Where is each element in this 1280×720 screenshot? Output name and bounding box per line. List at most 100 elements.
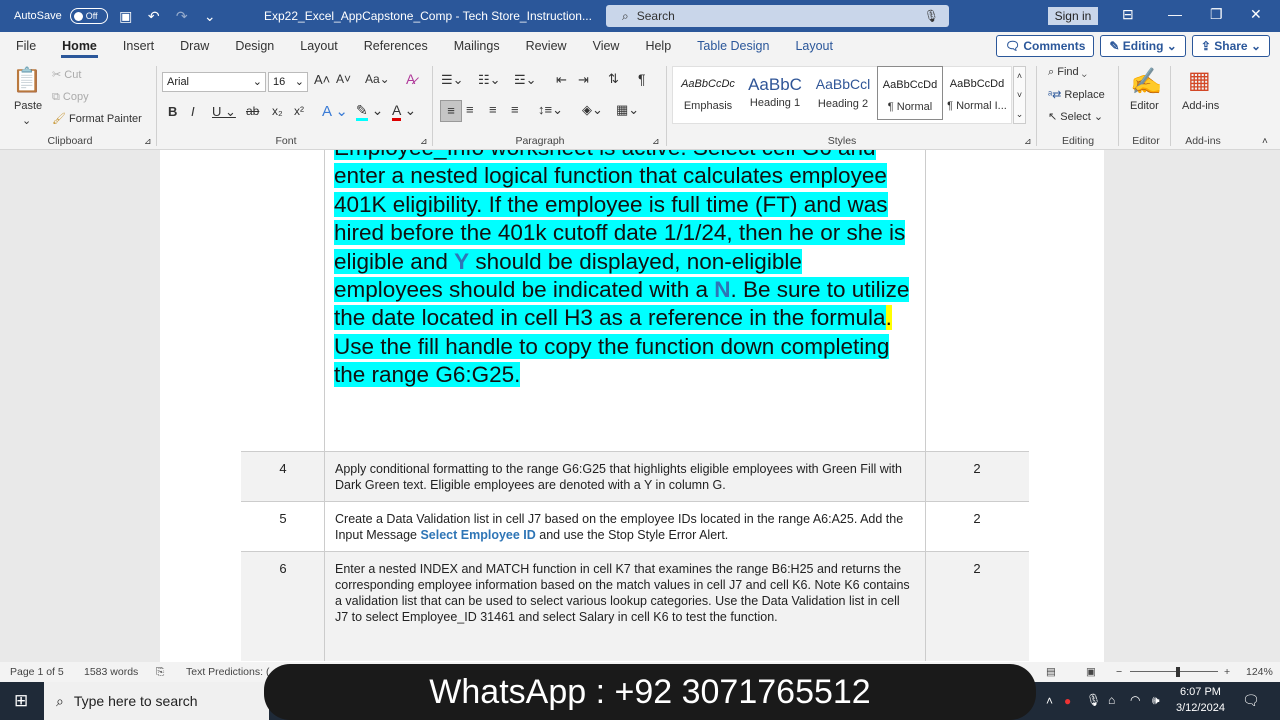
change-case-icon[interactable]: Aa⌄ — [365, 72, 390, 86]
save-icon[interactable]: ▣ — [116, 8, 136, 25]
style-heading-1[interactable]: AaBbC Heading 1 — [741, 66, 809, 120]
table-row[interactable]: 5 Create a Data Validation list in cell … — [241, 501, 1029, 551]
highlight-color-icon[interactable]: ✎ ⌄ — [356, 102, 383, 121]
wifi-icon[interactable]: ◠ — [1130, 693, 1140, 707]
customize-toolbar-icon[interactable]: ⌄ — [200, 8, 220, 25]
text-effects-icon[interactable]: A ⌄ — [322, 102, 348, 120]
taskbar-search-input[interactable]: ⌕ Type here to search — [44, 682, 269, 720]
italic-icon[interactable]: I — [191, 104, 195, 119]
cut-button[interactable]: ✂ Cut — [52, 68, 81, 81]
font-launcher-icon[interactable]: ⊿ — [420, 136, 428, 147]
print-layout-icon[interactable]: ▣ — [1086, 666, 1096, 678]
clock-time[interactable]: 6:07 PM — [1180, 686, 1221, 698]
recording-icon[interactable]: ● — [1064, 694, 1071, 708]
tab-mailings[interactable]: Mailings — [441, 32, 513, 60]
align-left-icon[interactable]: ≡ — [440, 100, 462, 122]
text-predictions[interactable]: Text Predictions: ( — [186, 666, 269, 678]
grow-font-icon[interactable]: A˄ — [314, 72, 330, 87]
styles-scroll-icon[interactable]: ˄ ˅ ⌄ — [1013, 66, 1026, 124]
styles-launcher-icon[interactable]: ⊿ — [1024, 136, 1032, 147]
font-color-icon[interactable]: A ⌄ — [392, 102, 416, 121]
style-normal-indent[interactable]: AaBbCcDd ¶ Normal I... — [944, 66, 1010, 120]
strikethrough-icon[interactable]: ab — [246, 104, 259, 118]
tab-home[interactable]: Home — [49, 32, 110, 60]
step-3-instructions[interactable]: Employee_Info worksheet is active. Selec… — [334, 150, 914, 390]
align-right-icon[interactable]: ≡ — [489, 102, 497, 117]
superscript-icon[interactable]: x² — [294, 104, 304, 118]
copy-button[interactable]: ⧉ Copy — [52, 91, 89, 104]
align-center-icon[interactable]: ≡ — [466, 102, 474, 117]
paste-icon[interactable]: 📋 — [12, 66, 44, 96]
zoom-in-icon[interactable]: + — [1224, 666, 1230, 678]
tab-file[interactable]: File — [0, 32, 49, 60]
bullets-icon[interactable]: ☰⌄ — [441, 72, 464, 88]
numbering-icon[interactable]: ☷⌄ — [478, 72, 501, 88]
subscript-icon[interactable]: x₂ — [272, 104, 283, 118]
multilevel-list-icon[interactable]: ☲⌄ — [514, 72, 537, 88]
undo-icon[interactable]: ↶ — [144, 8, 164, 25]
editor-icon[interactable]: ✍ — [1130, 66, 1162, 97]
paste-dropdown-icon[interactable]: ⌄ — [22, 114, 31, 127]
tab-references[interactable]: References — [351, 32, 441, 60]
tab-table-layout[interactable]: Layout — [782, 32, 846, 60]
zoom-slider-thumb[interactable] — [1176, 667, 1180, 677]
justify-icon[interactable]: ≡ — [511, 102, 519, 117]
shading-icon[interactable]: ◈⌄ — [582, 102, 603, 118]
tab-design[interactable]: Design — [222, 32, 287, 60]
read-mode-icon[interactable]: ▤ — [1046, 666, 1056, 678]
network-icon[interactable]: ⌂ — [1108, 693, 1115, 707]
microphone-icon[interactable]: 🎙 — [1086, 693, 1101, 707]
document-title[interactable]: Exp22_Excel_AppCapstone_Comp - Tech Stor… — [264, 9, 592, 23]
notifications-icon[interactable]: 🗨 — [1242, 692, 1260, 709]
search-input[interactable]: ⌕ Search 🎙 — [606, 5, 949, 27]
windows-start-icon[interactable]: ⊞ — [14, 691, 28, 711]
zoom-out-icon[interactable]: − — [1116, 666, 1122, 678]
volume-icon[interactable]: 🕪 — [1152, 693, 1160, 708]
replace-button[interactable]: ᵃ⇄ Replace — [1048, 88, 1105, 101]
editing-mode-button[interactable]: ✎ Editing ⌄ — [1100, 35, 1186, 57]
tray-overflow-icon[interactable]: ˄ — [1046, 694, 1053, 708]
clock-date[interactable]: 3/12/2024 — [1176, 702, 1225, 714]
table-row[interactable]: 6 Enter a nested INDEX and MATCH functio… — [241, 551, 1029, 661]
find-button[interactable]: ⌕ Find ⌄ — [1048, 66, 1087, 79]
close-icon[interactable]: ✕ — [1250, 6, 1262, 23]
font-size-select[interactable]: 16 ⌄ — [268, 72, 308, 92]
decrease-indent-icon[interactable]: ⇤ — [556, 72, 567, 88]
clipboard-launcher-icon[interactable]: ⊿ — [144, 136, 152, 147]
minimize-icon[interactable]: — — [1168, 6, 1182, 22]
sort-icon[interactable]: ⇅ — [608, 71, 619, 87]
autosave-toggle[interactable]: Off — [69, 8, 108, 24]
zoom-level[interactable]: 124% — [1246, 666, 1273, 678]
style-normal[interactable]: AaBbCcDd ¶ Normal — [877, 66, 943, 120]
font-name-select[interactable]: Arial ⌄ — [162, 72, 266, 92]
word-count[interactable]: 1583 words — [84, 666, 138, 678]
select-button[interactable]: ↖ Select ⌄ — [1048, 110, 1103, 123]
tab-insert[interactable]: Insert — [110, 32, 167, 60]
tab-help[interactable]: Help — [632, 32, 684, 60]
tab-layout[interactable]: Layout — [287, 32, 351, 60]
restore-icon[interactable]: ❐ — [1210, 6, 1223, 23]
format-painter-button[interactable]: 🖌 Format Painter — [52, 112, 142, 125]
tab-review[interactable]: Review — [513, 32, 580, 60]
ribbon-display-icon[interactable]: ⊟ — [1122, 6, 1134, 23]
underline-icon[interactable]: U ⌄ — [212, 104, 236, 120]
redo-icon[interactable]: ↷ — [172, 8, 192, 25]
bold-icon[interactable]: B — [168, 104, 177, 119]
paste-button[interactable]: Paste — [14, 100, 42, 112]
clear-formatting-icon[interactable]: A̷ — [406, 71, 415, 87]
sign-in-button[interactable]: Sign in — [1048, 7, 1098, 25]
microphone-icon[interactable]: 🎙 — [924, 9, 939, 23]
style-emphasis[interactable]: AaBbCcDc Emphasis — [674, 66, 742, 120]
add-ins-button[interactable]: Add-ins — [1182, 100, 1219, 112]
tab-draw[interactable]: Draw — [167, 32, 222, 60]
paragraph-launcher-icon[interactable]: ⊿ — [652, 136, 660, 147]
collapse-ribbon-icon[interactable]: ˄ — [1262, 136, 1268, 147]
shrink-font-icon[interactable]: A˅ — [336, 72, 351, 86]
tab-view[interactable]: View — [580, 32, 633, 60]
comments-button[interactable]: 🗨 Comments — [995, 35, 1095, 57]
zoom-slider[interactable] — [1130, 671, 1218, 672]
page-count[interactable]: Page 1 of 5 — [10, 666, 64, 678]
add-ins-icon[interactable]: ▦ — [1188, 66, 1211, 95]
style-heading-2[interactable]: AaBbCcl Heading 2 — [809, 66, 877, 120]
editor-button[interactable]: Editor — [1130, 100, 1159, 112]
